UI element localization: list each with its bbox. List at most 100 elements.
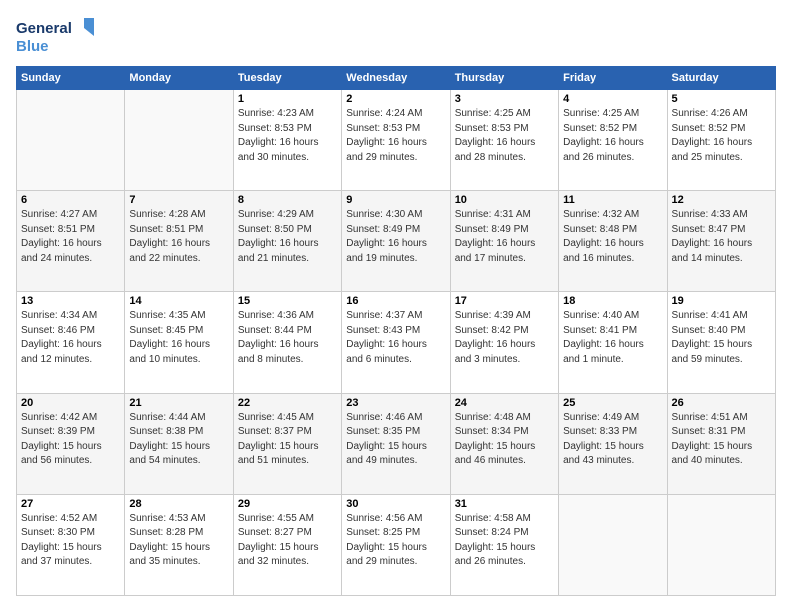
day-number: 17 [455,295,554,307]
day-info: Sunrise: 4:25 AM Sunset: 8:52 PM Dayligh… [563,107,662,165]
day-info: Sunrise: 4:56 AM Sunset: 8:25 PM Dayligh… [346,512,445,570]
calendar-cell: 3 Sunrise: 4:25 AM Sunset: 8:53 PM Daylig… [450,90,558,191]
day-number: 12 [672,194,771,206]
day-number: 19 [672,295,771,307]
day-number: 25 [563,397,662,409]
day-number: 11 [563,194,662,206]
calendar-cell [559,494,667,595]
day-info: Sunrise: 4:35 AM Sunset: 8:45 PM Dayligh… [129,309,228,367]
day-info: Sunrise: 4:40 AM Sunset: 8:41 PM Dayligh… [563,309,662,367]
day-number: 31 [455,498,554,510]
day-number: 21 [129,397,228,409]
calendar-cell: 17 Sunrise: 4:39 AM Sunset: 8:42 PM Dayli… [450,292,558,393]
calendar-table: SundayMondayTuesdayWednesdayThursdayFrid… [16,66,776,596]
day-info: Sunrise: 4:32 AM Sunset: 8:48 PM Dayligh… [563,208,662,266]
calendar-cell: 22Sunrise: 4:45 AM Sunset: 8:37 PM Dayli… [233,393,341,494]
day-info: Sunrise: 4:37 AM Sunset: 8:43 PM Dayligh… [346,309,445,367]
calendar-cell: 4 Sunrise: 4:25 AM Sunset: 8:52 PM Daylig… [559,90,667,191]
calendar-header-friday: Friday [559,67,667,90]
calendar-cell: 7 Sunrise: 4:28 AM Sunset: 8:51 PM Daylig… [125,191,233,292]
day-info: Sunrise: 4:58 AM Sunset: 8:24 PM Dayligh… [455,512,554,570]
calendar-week-4: 20 Sunrise: 4:42 AM Sunset: 8:39 PM Dayli… [17,393,776,494]
day-info: Sunrise: 4:46 AM Sunset: 8:35 PM Dayligh… [346,411,445,469]
day-info: Sunrise: 4:42 AM Sunset: 8:39 PM Dayligh… [21,411,120,469]
day-number: 15 [238,295,337,307]
day-info: Sunrise: 4:23 AM Sunset: 8:53 PM Dayligh… [238,107,337,165]
day-number: 26 [672,397,771,409]
logo-svg: GeneralBlue [16,16,116,56]
day-info: Sunrise: 4:27 AM Sunset: 8:51 PM Dayligh… [21,208,120,266]
day-number: 1 [238,93,337,105]
day-number: 18 [563,295,662,307]
calendar-cell: 24 Sunrise: 4:48 AM Sunset: 8:34 PM Dayli… [450,393,558,494]
calendar-cell: 9 Sunrise: 4:30 AM Sunset: 8:49 PM Daylig… [342,191,450,292]
day-info: Sunrise: 4:34 AM Sunset: 8:46 PM Dayligh… [21,309,120,367]
day-info: Sunrise: 4:45 AM Sunset: 8:37 PM Dayligh… [238,411,337,469]
day-info: Sunrise: 4:30 AM Sunset: 8:49 PM Dayligh… [346,208,445,266]
day-info: Sunrise: 4:48 AM Sunset: 8:34 PM Dayligh… [455,411,554,469]
day-info: Sunrise: 4:28 AM Sunset: 8:51 PM Dayligh… [129,208,228,266]
day-number: 5 [672,93,771,105]
svg-text:General: General [16,20,72,37]
day-info: Sunrise: 4:24 AM Sunset: 8:53 PM Dayligh… [346,107,445,165]
calendar-cell: 10Sunrise: 4:31 AM Sunset: 8:49 PM Dayli… [450,191,558,292]
day-info: Sunrise: 4:49 AM Sunset: 8:33 PM Dayligh… [563,411,662,469]
day-info: Sunrise: 4:55 AM Sunset: 8:27 PM Dayligh… [238,512,337,570]
calendar-header-row: SundayMondayTuesdayWednesdayThursdayFrid… [17,67,776,90]
page: GeneralBlue SundayMondayTuesdayWednesday… [0,0,792,612]
calendar-cell [125,90,233,191]
calendar-cell: 8 Sunrise: 4:29 AM Sunset: 8:50 PM Daylig… [233,191,341,292]
calendar-cell: 21 Sunrise: 4:44 AM Sunset: 8:38 PM Dayli… [125,393,233,494]
day-number: 9 [346,194,445,206]
calendar-cell [667,494,775,595]
day-number: 4 [563,93,662,105]
calendar-week-5: 27Sunrise: 4:52 AM Sunset: 8:30 PM Dayli… [17,494,776,595]
calendar-cell: 28Sunrise: 4:53 AM Sunset: 8:28 PM Dayli… [125,494,233,595]
calendar-cell: 26 Sunrise: 4:51 AM Sunset: 8:31 PM Dayli… [667,393,775,494]
day-info: Sunrise: 4:29 AM Sunset: 8:50 PM Dayligh… [238,208,337,266]
calendar-cell: 31 Sunrise: 4:58 AM Sunset: 8:24 PM Dayli… [450,494,558,595]
day-number: 27 [21,498,120,510]
day-info: Sunrise: 4:26 AM Sunset: 8:52 PM Dayligh… [672,107,771,165]
calendar-cell: 19 Sunrise: 4:41 AM Sunset: 8:40 PM Dayli… [667,292,775,393]
calendar-cell: 12 Sunrise: 4:33 AM Sunset: 8:47 PM Dayli… [667,191,775,292]
calendar-cell: 5 Sunrise: 4:26 AM Sunset: 8:52 PM Daylig… [667,90,775,191]
day-number: 8 [238,194,337,206]
calendar-header-sunday: Sunday [17,67,125,90]
calendar-header-tuesday: Tuesday [233,67,341,90]
day-number: 6 [21,194,120,206]
day-number: 14 [129,295,228,307]
calendar-header-monday: Monday [125,67,233,90]
day-info: Sunrise: 4:25 AM Sunset: 8:53 PM Dayligh… [455,107,554,165]
calendar-header-thursday: Thursday [450,67,558,90]
calendar-cell: 23Sunrise: 4:46 AM Sunset: 8:35 PM Dayli… [342,393,450,494]
day-number: 3 [455,93,554,105]
day-number: 24 [455,397,554,409]
calendar-cell: 11 Sunrise: 4:32 AM Sunset: 8:48 PM Dayli… [559,191,667,292]
day-info: Sunrise: 4:39 AM Sunset: 8:42 PM Dayligh… [455,309,554,367]
day-number: 29 [238,498,337,510]
calendar-cell: 27Sunrise: 4:52 AM Sunset: 8:30 PM Dayli… [17,494,125,595]
calendar-cell: 2Sunrise: 4:24 AM Sunset: 8:53 PM Daylig… [342,90,450,191]
day-number: 30 [346,498,445,510]
calendar-cell: 13 Sunrise: 4:34 AM Sunset: 8:46 PM Dayli… [17,292,125,393]
day-info: Sunrise: 4:53 AM Sunset: 8:28 PM Dayligh… [129,512,228,570]
logo: GeneralBlue [16,16,116,56]
day-info: Sunrise: 4:51 AM Sunset: 8:31 PM Dayligh… [672,411,771,469]
day-info: Sunrise: 4:33 AM Sunset: 8:47 PM Dayligh… [672,208,771,266]
day-info: Sunrise: 4:31 AM Sunset: 8:49 PM Dayligh… [455,208,554,266]
day-number: 16 [346,295,445,307]
day-info: Sunrise: 4:44 AM Sunset: 8:38 PM Dayligh… [129,411,228,469]
calendar-cell: 1 Sunrise: 4:23 AM Sunset: 8:53 PM Daylig… [233,90,341,191]
day-number: 7 [129,194,228,206]
calendar-cell: 20 Sunrise: 4:42 AM Sunset: 8:39 PM Dayli… [17,393,125,494]
day-number: 13 [21,295,120,307]
calendar-cell: 6 Sunrise: 4:27 AM Sunset: 8:51 PM Daylig… [17,191,125,292]
calendar-week-1: 1 Sunrise: 4:23 AM Sunset: 8:53 PM Daylig… [17,90,776,191]
day-info: Sunrise: 4:41 AM Sunset: 8:40 PM Dayligh… [672,309,771,367]
calendar-cell: 16 Sunrise: 4:37 AM Sunset: 8:43 PM Dayli… [342,292,450,393]
calendar-cell: 25 Sunrise: 4:49 AM Sunset: 8:33 PM Dayli… [559,393,667,494]
calendar-week-3: 13 Sunrise: 4:34 AM Sunset: 8:46 PM Dayli… [17,292,776,393]
calendar-cell [17,90,125,191]
day-number: 20 [21,397,120,409]
